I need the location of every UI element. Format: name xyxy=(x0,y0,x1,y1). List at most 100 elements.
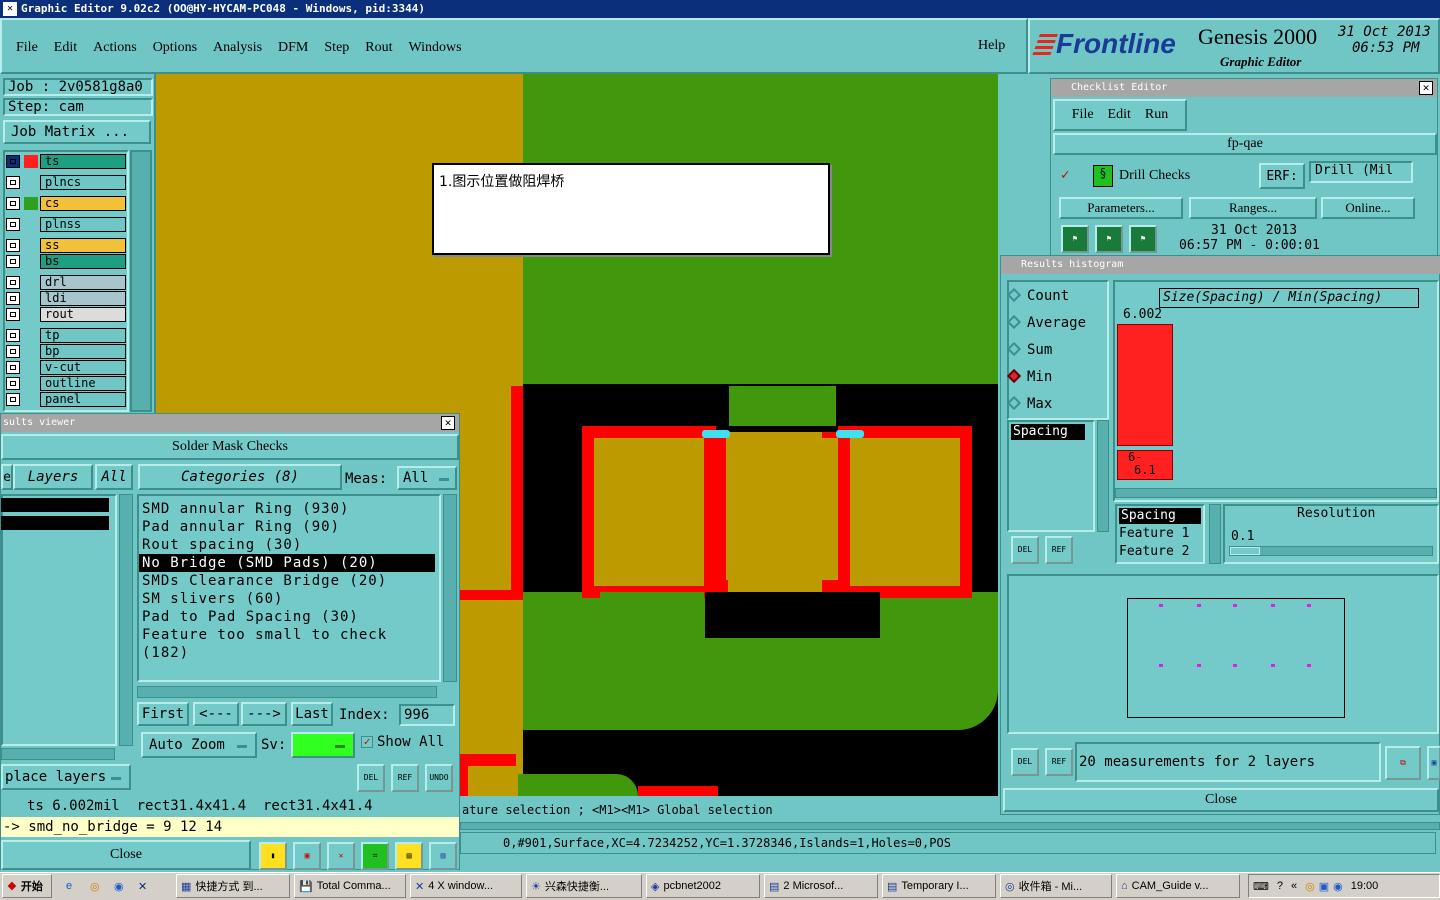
layer-row-rout[interactable]: rout xyxy=(4,307,126,322)
command-line[interactable]: -> smd_no_bridge = 9 12 14 xyxy=(1,817,459,837)
layer-checkbox[interactable] xyxy=(6,218,20,231)
feature-row-2[interactable]: Feature 2 xyxy=(1119,544,1189,559)
measurement-marker[interactable] xyxy=(1271,664,1275,667)
layer-checkbox[interactable] xyxy=(6,176,20,189)
checklist-menu-run[interactable]: Run xyxy=(1145,107,1168,123)
layer-row-cs[interactable]: cs xyxy=(4,196,126,211)
index-input[interactable]: 996 xyxy=(399,704,455,726)
menu-edit[interactable]: Edit xyxy=(54,40,77,56)
checklist-close-icon[interactable]: ✕ xyxy=(1419,81,1433,95)
run-icon-2[interactable]: ⚑ xyxy=(1095,225,1123,253)
layer-list-scrollbar[interactable] xyxy=(119,494,133,746)
quicklaunch-x-icon[interactable]: ✕ xyxy=(134,874,154,898)
category-item[interactable]: SMD annular Ring (930) xyxy=(139,500,439,518)
menu-file[interactable]: File xyxy=(16,40,38,56)
layer-checkbox[interactable] xyxy=(6,329,20,342)
layer-list-hscroll[interactable] xyxy=(1,748,115,760)
layer-row-panel[interactable]: panel xyxy=(4,392,126,407)
menu-analysis[interactable]: Analysis xyxy=(213,40,262,56)
ranges-button[interactable]: Ranges... xyxy=(1189,197,1317,219)
check-enabled-icon[interactable]: ✓ xyxy=(1061,167,1069,183)
measurement-marker[interactable] xyxy=(1307,664,1311,667)
measurement-marker[interactable] xyxy=(1159,664,1163,667)
layer-row-plnss[interactable]: plnss xyxy=(4,217,126,232)
taskbar-item[interactable]: ▤ 2 Microsof... xyxy=(764,874,878,898)
start-button[interactable]: ❖ 开始 xyxy=(2,874,52,898)
quicklaunch-ie-icon[interactable]: e xyxy=(62,874,82,898)
run-icon-1[interactable]: ⚑ xyxy=(1061,225,1089,253)
tool-icon-2[interactable]: ▣ xyxy=(293,842,321,870)
preview-zoom-icon[interactable]: ⧉ xyxy=(1385,746,1421,780)
histogram-hscroll[interactable] xyxy=(1115,488,1437,498)
histogram-del-button[interactable]: DEL xyxy=(1011,536,1039,564)
resolution-slider[interactable] xyxy=(1229,546,1433,556)
tray-icon-3[interactable]: ◉ xyxy=(1333,880,1343,893)
layer-row-outline[interactable]: outline xyxy=(4,376,126,391)
erf-value[interactable]: Drill (Mil xyxy=(1309,161,1413,183)
smd-pad-left[interactable] xyxy=(582,426,716,598)
run-icon-3[interactable]: ⚑ xyxy=(1129,225,1157,253)
measure-list-scrollbar[interactable] xyxy=(1097,420,1109,532)
measurement-marker[interactable] xyxy=(1271,604,1275,607)
layer-checkbox[interactable] xyxy=(6,377,20,390)
measurement-marker[interactable] xyxy=(1233,664,1237,667)
results-viewer-close-icon[interactable]: ✕ xyxy=(441,416,455,430)
layer-row-bp[interactable]: bp xyxy=(4,344,126,359)
taskbar-item[interactable]: ☀ 兴森快捷衡... xyxy=(526,874,642,898)
auto-zoom-dropdown[interactable]: Auto Zoom xyxy=(141,732,257,758)
tool-icon-3[interactable]: ✕ xyxy=(327,842,355,870)
measurement-marker[interactable] xyxy=(1307,604,1311,607)
tool-icon-1[interactable]: ▮ xyxy=(259,842,287,870)
sv-color-dropdown[interactable] xyxy=(291,732,355,758)
menu-actions[interactable]: Actions xyxy=(93,40,137,56)
tool-icon-5[interactable]: ▤ xyxy=(395,842,423,870)
layer-result-row[interactable] xyxy=(1,498,109,512)
layer-row-bs[interactable]: bs xyxy=(4,254,126,269)
layer-row-ss[interactable]: ss xyxy=(4,238,126,253)
histogram-icon[interactable]: ▥ xyxy=(429,842,457,870)
quicklaunch-icon-3[interactable]: ◉ xyxy=(110,874,130,898)
results-viewer-close-button[interactable]: Close xyxy=(1,840,251,870)
note-box[interactable]: 1.图示位置做阻焊桥 xyxy=(432,163,830,255)
preview-del-button[interactable]: DEL xyxy=(1011,748,1039,776)
layer-checkbox[interactable] xyxy=(6,361,20,374)
layer-row-drl[interactable]: drl xyxy=(4,275,126,290)
place-layers-dropdown[interactable]: place layers xyxy=(1,764,131,790)
measurement-marker[interactable] xyxy=(1159,604,1163,607)
preview-extra-icon[interactable]: ▣ xyxy=(1427,746,1440,780)
category-item[interactable]: Rout spacing (30) xyxy=(139,536,439,554)
job-matrix-button[interactable]: Job Matrix ... xyxy=(3,120,151,144)
preview-ref-button[interactable]: REF xyxy=(1045,748,1073,776)
show-all-checkbox[interactable]: ✓ xyxy=(361,736,373,748)
option-min[interactable]: Min xyxy=(1006,368,1052,385)
category-item[interactable]: No Bridge (SMD Pads) (20) xyxy=(139,554,435,572)
taskbar-item[interactable]: ◎ 收件箱 - Mi... xyxy=(1000,874,1112,898)
layer-checkbox[interactable] xyxy=(6,292,20,305)
option-max[interactable]: Max xyxy=(1006,395,1052,412)
meas-dropdown[interactable]: All xyxy=(397,466,457,490)
next-button[interactable]: ---> xyxy=(241,702,287,726)
categories-scrollbar[interactable] xyxy=(443,494,457,682)
taskbar-item[interactable]: ▦ 快捷方式 到... xyxy=(176,874,290,898)
tray-icon-1[interactable]: ◎ xyxy=(1305,880,1315,893)
layer-checkbox[interactable] xyxy=(6,155,20,168)
drill-checks-label[interactable]: Drill Checks xyxy=(1119,168,1190,184)
layer-row-v-cut[interactable]: v-cut xyxy=(4,360,126,375)
layer-checkbox[interactable] xyxy=(6,308,20,321)
layer-row-tp[interactable]: tp xyxy=(4,328,126,343)
feature-row-1[interactable]: Feature 1 xyxy=(1119,526,1189,541)
taskbar-item[interactable]: ◈ pcbnet2002 xyxy=(646,874,760,898)
layer-row-ts[interactable]: ts xyxy=(4,154,126,169)
measurement-marker[interactable] xyxy=(1233,604,1237,607)
category-item[interactable]: Pad to Pad Spacing (30) xyxy=(139,608,439,626)
layers-tab[interactable]: Layers xyxy=(13,464,93,490)
del-button[interactable]: DEL xyxy=(357,764,385,792)
all-tab[interactable]: All xyxy=(95,464,133,490)
measure-list-item[interactable]: Spacing xyxy=(1011,424,1085,440)
layer-checkbox[interactable] xyxy=(6,255,20,268)
layer-checkbox[interactable] xyxy=(6,197,20,210)
layer-checkbox[interactable] xyxy=(6,276,20,289)
histogram-bar[interactable] xyxy=(1117,324,1173,446)
option-average[interactable]: Average xyxy=(1006,314,1086,331)
categories-hscroll[interactable] xyxy=(137,686,437,698)
